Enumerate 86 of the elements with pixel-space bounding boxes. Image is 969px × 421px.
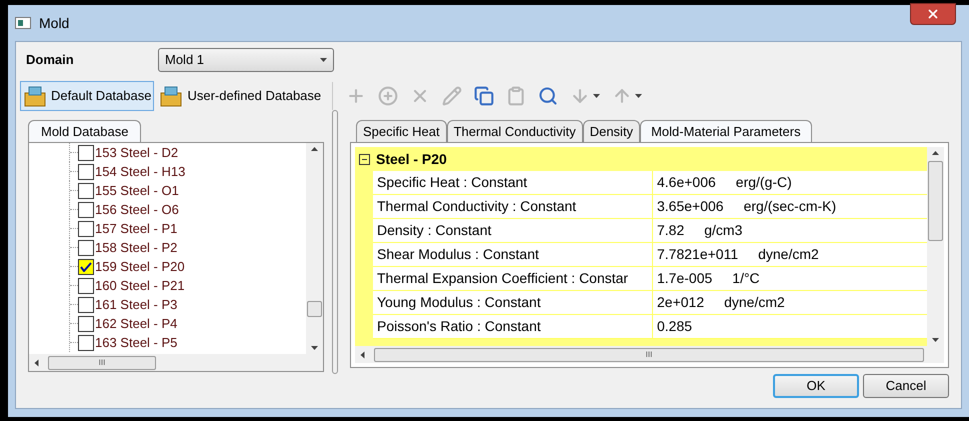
- group-title: Steel - P20: [376, 150, 447, 168]
- checkbox[interactable]: [78, 258, 94, 274]
- tree-item[interactable]: 161 Steel - P3: [69, 295, 306, 314]
- checkbox[interactable]: [78, 334, 94, 350]
- property-value: 1.7e-005: [657, 269, 712, 288]
- scrollbar-thumb[interactable]: III: [48, 356, 156, 370]
- window-icon: [15, 17, 31, 29]
- tree-item[interactable]: 163 Steel - P5: [69, 333, 306, 352]
- database-button[interactable]: User-defined Database: [156, 81, 324, 111]
- database-button[interactable]: Default Database: [20, 81, 154, 111]
- tree-item[interactable]: 160 Steel - P21: [69, 276, 306, 295]
- property-unit: erg/(sec-cm-K): [744, 197, 836, 216]
- property-name: Shear Modulus : Constant: [373, 243, 653, 266]
- tree-item[interactable]: 157 Steel - P1: [69, 219, 306, 238]
- checkbox[interactable]: [78, 202, 94, 218]
- property-name: Thermal Expansion Coefficient : Constar: [373, 267, 653, 290]
- property-unit: 1/°C: [732, 269, 760, 288]
- database-icon: [159, 85, 184, 107]
- checkmark-icon: [80, 262, 92, 272]
- caret-icon: [320, 58, 327, 62]
- checkbox[interactable]: [78, 278, 94, 294]
- checkbox[interactable]: [78, 182, 94, 198]
- domain-dropdown[interactable]: Mold 1: [158, 48, 334, 72]
- tree-item[interactable]: 156 Steel - O6: [69, 200, 306, 219]
- database-icon: [23, 85, 47, 107]
- property-unit: g/cm3: [704, 221, 742, 240]
- scrollbar-thumb[interactable]: [928, 161, 943, 241]
- tab[interactable]: Density: [582, 120, 640, 142]
- property-name: Thermal Conductivity : Constant: [373, 195, 653, 218]
- caret-icon: [635, 94, 642, 98]
- scroll-left-icon: [34, 359, 38, 366]
- property-name: Density : Constant: [373, 219, 653, 242]
- property-value: 0.285: [657, 317, 692, 336]
- property-value: 7.82: [657, 221, 684, 240]
- tab[interactable]: Specific Heat: [356, 120, 447, 142]
- domain-label: Domain: [26, 51, 75, 70]
- scroll-down-icon: [932, 338, 939, 342]
- horizontal-scrollbar[interactable]: III: [355, 346, 944, 363]
- tab[interactable]: Thermal Conductivity: [446, 120, 583, 142]
- tree-item[interactable]: 162 Steel - P4: [69, 314, 306, 333]
- scroll-left-icon: [360, 351, 364, 358]
- property-unit: erg/(g-C): [736, 173, 792, 192]
- vertical-scrollbar[interactable]: [927, 147, 944, 346]
- splitter[interactable]: [332, 110, 338, 374]
- scroll-up-icon: [311, 147, 318, 151]
- tree-item[interactable]: 158 Steel - P2: [69, 238, 306, 257]
- group-header[interactable]: Steel - P20: [355, 147, 927, 171]
- property-name: Young Modulus : Constant: [373, 291, 653, 314]
- tab[interactable]: Mold-Material Parameters: [640, 120, 812, 142]
- scroll-up-icon: [932, 151, 939, 155]
- checkbox[interactable]: [78, 220, 94, 236]
- close-button[interactable]: [910, 3, 956, 25]
- horizontal-scrollbar[interactable]: III: [29, 354, 323, 371]
- tree-item[interactable]: 155 Steel - O1: [69, 181, 306, 200]
- tree-item[interactable]: 153 Steel - D2: [69, 143, 306, 162]
- tree-item[interactable]: 154 Steel - H13: [69, 162, 306, 181]
- property-name: Specific Heat : Constant: [373, 171, 653, 194]
- copy-icon: [474, 86, 494, 106]
- tree-item[interactable]: 159 Steel - P20: [69, 257, 306, 276]
- checkbox[interactable]: [78, 240, 94, 256]
- search-icon: [538, 86, 558, 106]
- property-value: 4.6e+006: [657, 173, 716, 192]
- property-name: Poisson's Ratio : Constant: [373, 315, 653, 338]
- checkbox[interactable]: [78, 144, 94, 160]
- property-value: 3.65e+006: [657, 197, 724, 216]
- plus-circle-icon: [378, 86, 398, 106]
- checkbox[interactable]: [78, 164, 94, 180]
- window-title: Mold: [39, 14, 70, 32]
- vertical-scrollbar[interactable]: [306, 143, 323, 354]
- ok-button[interactable]: OK: [773, 374, 859, 398]
- property-unit: dyne/cm2: [724, 293, 785, 312]
- checkbox[interactable]: [78, 316, 94, 332]
- scrollbar-thumb[interactable]: [307, 300, 322, 316]
- cancel-button[interactable]: Cancel: [863, 374, 949, 398]
- property-value: 2e+012: [657, 293, 704, 312]
- checkbox[interactable]: [78, 296, 94, 312]
- tab[interactable]: Mold Database: [28, 120, 142, 142]
- scroll-down-icon: [311, 346, 318, 350]
- pencil-icon: [442, 86, 462, 106]
- clipboard-icon: [506, 86, 526, 106]
- property-unit: dyne/cm2: [758, 245, 819, 264]
- property-value: 7.7821e+011: [657, 245, 738, 264]
- collapse-icon[interactable]: [359, 154, 370, 164]
- scrollbar-thumb[interactable]: III: [374, 348, 924, 362]
- caret-icon: [593, 94, 600, 98]
- close-icon: [926, 7, 940, 21]
